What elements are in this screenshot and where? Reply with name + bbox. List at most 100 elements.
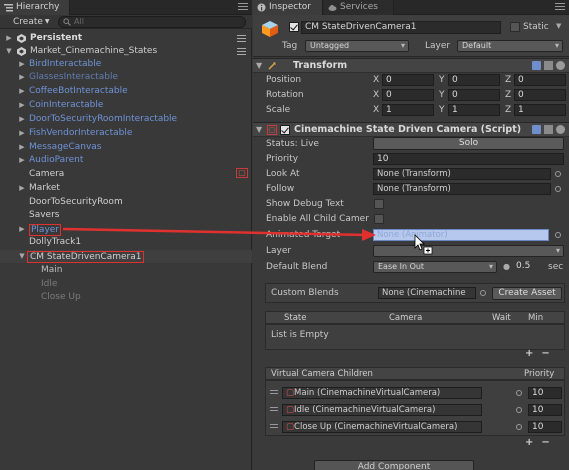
hierarchy-item[interactable]: ▶ BirdInteractable (0, 58, 252, 71)
custom-blends-field[interactable]: None (Cinemachine (378, 287, 476, 299)
create-button[interactable]: Create ▼ (13, 16, 50, 28)
scene-menu-icon[interactable] (237, 48, 246, 55)
transform-header[interactable]: ▼ Transform (253, 58, 569, 73)
expand-arrow-icon[interactable]: ▶ (18, 223, 26, 236)
hierarchy-item[interactable]: ▶ CoinInteractable (0, 99, 252, 112)
gear-icon[interactable] (556, 125, 565, 134)
remove-child-button[interactable]: − (541, 437, 549, 448)
object-picker-icon[interactable] (480, 290, 486, 296)
hierarchy-item[interactable]: Close Up (0, 291, 252, 304)
hierarchy-item[interactable]: ▶ GlassesInteractable (0, 71, 252, 84)
scene-menu-icon[interactable] (237, 35, 246, 42)
hierarchy-item-selected[interactable]: ▼ CM StateDrivenCamera1 (0, 250, 252, 263)
follow-field[interactable]: None (Transform) (373, 183, 551, 195)
object-name-field[interactable]: CM StateDrivenCamera1 (301, 21, 501, 34)
scale-y-field[interactable]: 1 (448, 104, 500, 116)
expand-arrow-icon[interactable]: ▶ (18, 71, 26, 84)
scene-row-market[interactable]: ▼ Market_Cinemachine_States (0, 45, 252, 58)
object-picker-icon[interactable] (516, 390, 522, 396)
rotation-y-field[interactable]: 0 (448, 89, 500, 101)
scale-x-field[interactable]: 1 (382, 104, 434, 116)
script-header[interactable]: ▼ ▢ Cinemachine State Driven Camera (Scr… (253, 122, 569, 137)
expand-arrow-icon[interactable]: ▶ (18, 127, 26, 140)
expand-arrow-icon[interactable]: ▶ (18, 113, 26, 126)
hierarchy-search-input[interactable]: All (58, 16, 246, 28)
drag-handle-icon[interactable] (270, 424, 278, 430)
script-enabled-checkbox[interactable] (280, 125, 290, 135)
expand-arrow-icon[interactable]: ▶ (18, 141, 26, 154)
rotation-z-field[interactable]: 0 (514, 89, 566, 101)
tab-services[interactable]: Services (324, 0, 394, 15)
hierarchy-item[interactable]: ▶ DoorToSecurityRoomInteractable (0, 113, 252, 126)
expand-arrow-icon[interactable]: ▶ (18, 85, 26, 98)
fold-arrow-icon[interactable]: ▼ (256, 125, 262, 134)
expand-arrow-icon[interactable]: ▶ (18, 99, 26, 112)
tab-hierarchy[interactable]: Hierarchy (0, 0, 70, 15)
book-icon[interactable] (532, 61, 541, 70)
drag-handle-icon[interactable] (270, 390, 278, 396)
hierarchy-menu-icon[interactable] (238, 3, 248, 11)
tag-dropdown[interactable]: Untagged (305, 40, 409, 52)
tab-inspector[interactable]: Inspector (253, 0, 323, 15)
book-icon[interactable] (532, 125, 541, 134)
hierarchy-item[interactable]: DollyTrack1 (0, 236, 252, 249)
hierarchy-item[interactable]: ▶ CoffeeBotInteractable (0, 85, 252, 98)
object-picker-icon[interactable] (516, 424, 522, 430)
priority-field[interactable]: 10 (373, 153, 564, 165)
scene-row-persistent[interactable]: ▶ Persistent (0, 32, 252, 45)
object-picker-icon[interactable] (555, 171, 561, 177)
scale-z-field[interactable]: 1 (514, 104, 566, 116)
debug-checkbox[interactable] (374, 199, 384, 209)
add-state-button[interactable]: + (525, 348, 533, 359)
hierarchy-item[interactable]: Camera (0, 168, 252, 181)
object-picker-icon[interactable] (555, 232, 561, 238)
rotation-x-field[interactable]: 0 (382, 89, 434, 101)
expand-arrow-icon[interactable]: ▼ (5, 45, 13, 58)
position-x-field[interactable]: 0 (382, 74, 434, 86)
add-child-button[interactable]: + (525, 437, 533, 448)
preset-icon[interactable] (544, 61, 553, 70)
child-camera-field[interactable]: ▢Idle (CinemachineVirtualCamera) (282, 404, 482, 416)
animated-target-field[interactable]: None (Animator) (373, 229, 549, 241)
hierarchy-item[interactable]: DoorToSecurityRoom (0, 196, 252, 209)
object-picker-icon[interactable] (516, 407, 522, 413)
preset-icon[interactable] (544, 125, 553, 134)
drag-handle-icon[interactable] (270, 407, 278, 413)
enable-children-checkbox[interactable] (374, 214, 384, 224)
hierarchy-item-player[interactable]: ▶ Player (0, 223, 252, 236)
child-priority-field[interactable]: 10 (528, 404, 562, 416)
layer-dropdown[interactable]: Default (457, 40, 563, 52)
object-picker-icon[interactable] (555, 186, 561, 192)
position-z-field[interactable]: 0 (514, 74, 566, 86)
hierarchy-item[interactable]: ▶ Market (0, 182, 252, 195)
solo-button[interactable]: Solo (373, 137, 564, 150)
gear-icon[interactable] (556, 61, 565, 70)
child-camera-field[interactable]: ▢Main (CinemachineVirtualCamera) (282, 387, 482, 399)
lookat-field[interactable]: None (Transform) (373, 168, 551, 180)
layer-select[interactable] (373, 245, 564, 257)
remove-state-button[interactable]: − (541, 348, 549, 359)
blend-time-field[interactable]: 0.5 (513, 261, 545, 273)
expand-arrow-icon[interactable]: ▶ (18, 58, 26, 71)
hierarchy-item[interactable]: Idle (0, 278, 252, 291)
hierarchy-item[interactable]: Main (0, 264, 252, 277)
chevron-down-icon[interactable]: ▼ (556, 22, 561, 30)
hierarchy-item[interactable]: ▶ AudioParent (0, 154, 252, 167)
expand-arrow-icon[interactable]: ▶ (5, 32, 13, 45)
static-checkbox[interactable] (510, 22, 520, 32)
inspector-menu-icon[interactable] (555, 3, 565, 11)
default-blend-dropdown[interactable]: Ease In Out (373, 261, 497, 273)
add-component-button[interactable]: Add Component (314, 460, 474, 470)
child-priority-field[interactable]: 10 (528, 387, 562, 399)
hierarchy-item[interactable]: ▶ MessageCanvas (0, 141, 252, 154)
expand-arrow-icon[interactable]: ▼ (18, 250, 26, 263)
child-priority-field[interactable]: 10 (528, 421, 562, 433)
create-asset-button[interactable]: Create Asset (492, 287, 562, 300)
hierarchy-item[interactable]: Savers (0, 209, 252, 222)
child-camera-field[interactable]: ▢Close Up (CinemachineVirtualCamera) (282, 421, 482, 433)
active-checkbox[interactable] (289, 22, 299, 32)
expand-arrow-icon[interactable]: ▶ (18, 154, 26, 167)
expand-arrow-icon[interactable]: ▶ (18, 182, 26, 195)
fold-arrow-icon[interactable]: ▼ (256, 61, 262, 70)
hierarchy-item[interactable]: ▶ FishVendorInteractable (0, 127, 252, 140)
